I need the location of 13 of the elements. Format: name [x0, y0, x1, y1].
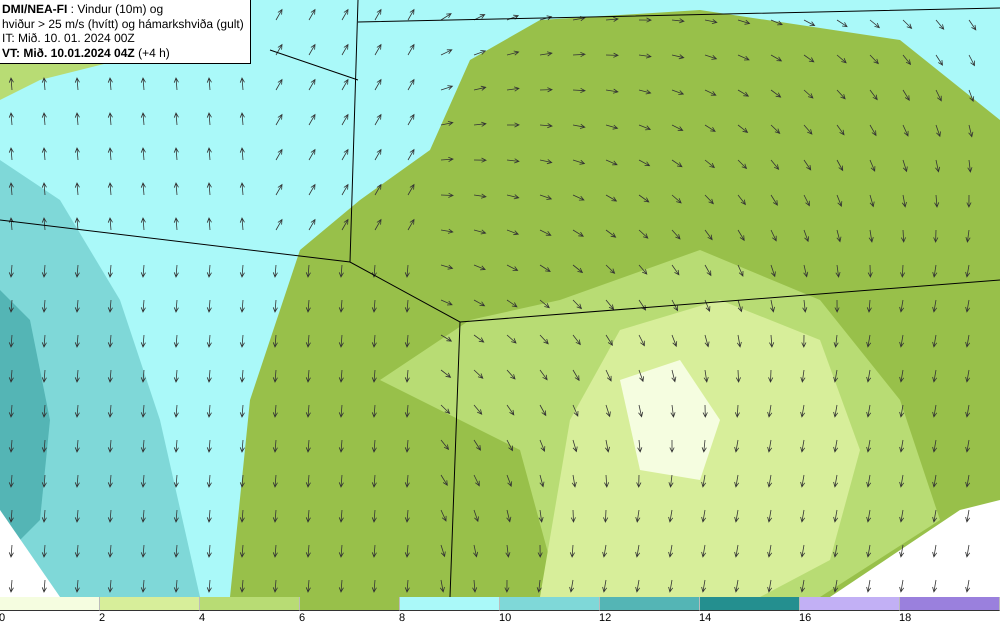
- legend-tick-label: 6: [299, 611, 306, 626]
- title-line: DMI/NEA-FI : Vindur (10m) og: [2, 2, 164, 16]
- legend-tick-label: 10: [499, 611, 512, 626]
- title-line: VT: Mið. 10.01.2024 04Z (+4 h): [2, 46, 171, 60]
- legend-tick-label: 18: [899, 611, 912, 626]
- legend-tick-label: 8: [399, 611, 406, 626]
- title-line: IT: Mið. 10. 01. 2024 00Z: [2, 31, 136, 46]
- legend-tick-label: 4: [199, 611, 206, 626]
- legend-tick-label: 12: [599, 611, 612, 626]
- legend-tick-label: 14: [699, 611, 712, 626]
- legend-tick-label: 2: [99, 611, 106, 626]
- legend-tick-label: 16: [799, 611, 812, 626]
- title-line: hviður > 25 m/s (hvítt) og hámarkshviða (gult): [2, 16, 244, 31]
